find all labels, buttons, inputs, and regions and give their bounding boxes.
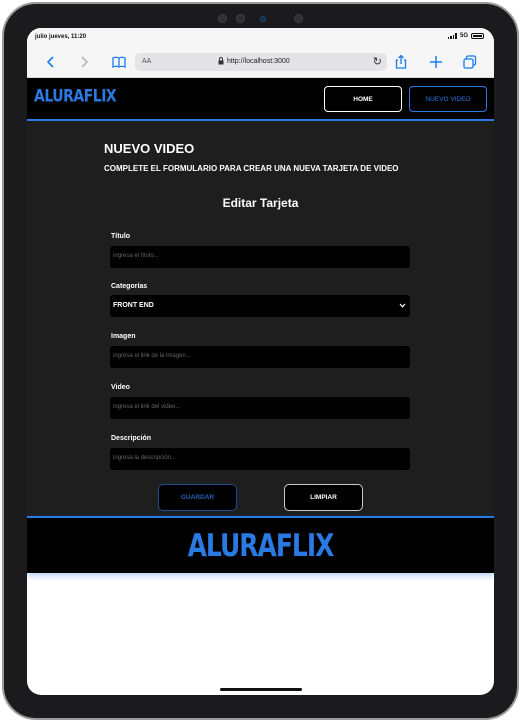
lock-icon (218, 57, 224, 65)
categorias-label: Categorías (111, 283, 148, 290)
new-tab-icon[interactable] (428, 54, 444, 70)
site-header: ALURAFLIX HOME NUEVO VIDEO (27, 78, 494, 121)
status-bar: julio jueves, 11:20 5G (27, 28, 494, 48)
status-indicators: 5G (447, 33, 484, 39)
sensor-icon (218, 14, 227, 23)
imagen-label: Imagen (111, 333, 136, 340)
imagen-input[interactable]: ingresa el link de la imagen... (110, 346, 410, 368)
browser-toolbar: AA http://localhost:3000 ↻ (27, 48, 494, 78)
url-text: http://localhost:3000 (227, 58, 290, 65)
descripcion-label: Descripción (111, 435, 152, 442)
forward-icon[interactable] (76, 54, 92, 70)
signal-icon (447, 33, 457, 39)
site-logo[interactable]: ALURAFLIX (34, 87, 117, 106)
chevron-down-icon (399, 302, 406, 311)
home-indicator[interactable] (220, 688, 302, 691)
clear-button[interactable]: LIMPIAR (284, 484, 363, 511)
reload-icon[interactable]: ↻ (373, 55, 382, 68)
titulo-input[interactable]: ingresa el título... (110, 246, 410, 268)
camera-array (216, 12, 316, 26)
flash-icon (294, 14, 303, 23)
site-footer: ALURAFLIX (27, 516, 494, 573)
battery-icon (471, 33, 484, 39)
titulo-label: Título (111, 233, 131, 240)
web-page: ALURAFLIX HOME NUEVO VIDEO NUEVO VIDEO C… (27, 78, 494, 573)
home-button[interactable]: HOME (324, 86, 402, 112)
footer-logo: ALURAFLIX (187, 527, 335, 564)
front-camera-icon (260, 16, 266, 22)
categorias-select[interactable]: FRONT END (110, 295, 410, 317)
save-button[interactable]: GUARDAR (158, 484, 237, 511)
categorias-selected-value: FRONT END (113, 302, 154, 309)
page-title: NUEVO VIDEO (104, 141, 195, 156)
new-video-button[interactable]: NUEVO VIDEO (409, 86, 487, 112)
bookmarks-icon[interactable] (111, 54, 127, 70)
camera-lens-icon (236, 14, 245, 23)
page-subtitle: COMPLETE EL FORMULARIO PARA CREAR UNA NU… (104, 164, 399, 173)
address-bar[interactable]: AA http://localhost:3000 ↻ (135, 53, 387, 71)
reader-aa-button[interactable]: AA (142, 58, 151, 65)
descripcion-input[interactable]: ingresa la descripción... (110, 448, 410, 470)
device-screen: julio jueves, 11:20 5G AA http://localho… (27, 28, 494, 695)
card-section-title: Editar Tarjeta (222, 196, 299, 210)
video-label: Video (111, 384, 130, 391)
share-icon[interactable] (393, 54, 409, 70)
video-input[interactable]: ingresa el link del video... (110, 397, 410, 419)
tabs-overview-icon[interactable] (462, 54, 478, 70)
back-icon[interactable] (43, 54, 59, 70)
status-time: julio jueves, 11:20 (35, 34, 87, 40)
video-form: NUEVO VIDEO COMPLETE EL FORMULARIO PARA … (27, 123, 494, 516)
network-label: 5G (459, 33, 468, 39)
